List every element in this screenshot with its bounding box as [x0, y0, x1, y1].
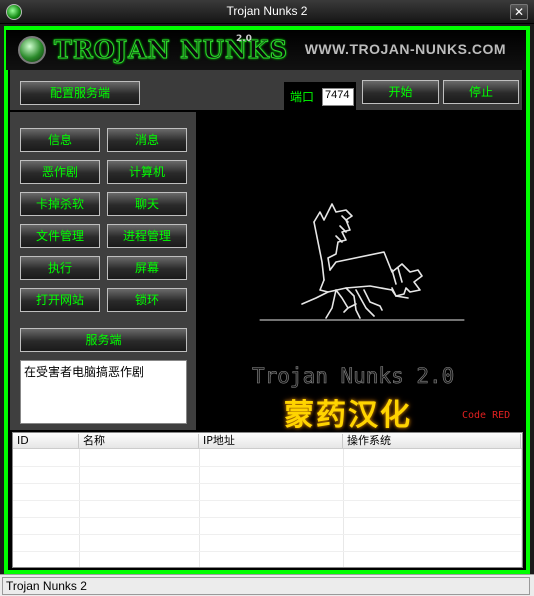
grid-divider — [13, 534, 522, 535]
grid-divider — [13, 500, 522, 501]
port-group: 端口 7474 — [284, 82, 356, 110]
logo-text: TROJAN NUNKS — [54, 35, 288, 65]
grid-divider — [13, 483, 522, 484]
prank-button[interactable]: 恶作剧 — [20, 160, 100, 184]
art-credit: Code RED — [462, 410, 511, 421]
grid-divider — [13, 551, 522, 552]
kill-antivirus-button[interactable]: 卡掉杀软 — [20, 192, 100, 216]
grid-divider — [13, 466, 522, 467]
window-title: Trojan Nunks 2 — [226, 4, 308, 18]
start-button[interactable]: 开始 — [362, 80, 439, 104]
header: TROJAN NUNKS 2.0 WWW.TROJAN-NUNKS.COM — [6, 30, 526, 70]
stop-button[interactable]: 停止 — [443, 80, 519, 104]
connections-table[interactable]: ID 名称 IP地址 操作系统 — [12, 432, 523, 568]
grid-divider — [13, 517, 522, 518]
site-url[interactable]: WWW.TROJAN-NUNKS.COM — [305, 41, 506, 57]
chat-button[interactable]: 聊天 — [107, 192, 187, 216]
title-bar: Trojan Nunks 2 ✕ — [0, 0, 534, 24]
process-manager-button[interactable]: 进程管理 — [107, 224, 187, 248]
art-chinese-title: 蒙药汉化 — [284, 398, 412, 433]
description-textbox[interactable]: 在受害者电脑搞恶作剧 — [20, 360, 187, 424]
execute-button[interactable]: 执行 — [20, 256, 100, 280]
port-input[interactable]: 7474 — [322, 88, 354, 106]
status-bar: Trojan Nunks 2 — [0, 574, 534, 596]
column-header-name[interactable]: 名称 — [79, 434, 199, 448]
column-header-ip[interactable]: IP地址 — [199, 434, 343, 448]
art-title: Trojan Nunks 2.0 — [252, 364, 455, 389]
column-header-os[interactable]: 操作系统 — [343, 434, 521, 448]
computer-button[interactable]: 计算机 — [107, 160, 187, 184]
file-manager-button[interactable]: 文件管理 — [20, 224, 100, 248]
info-button[interactable]: 信息 — [20, 128, 100, 152]
open-website-button[interactable]: 打开网站 — [20, 288, 100, 312]
column-header-id[interactable]: ID — [13, 434, 79, 448]
message-button[interactable]: 消息 — [107, 128, 187, 152]
close-button[interactable]: ✕ — [510, 4, 528, 20]
port-label: 端口 — [290, 90, 315, 104]
config-server-button[interactable]: 配置服务端 — [20, 81, 140, 105]
table-header: ID 名称 IP地址 操作系统 — [13, 433, 522, 449]
lock-button[interactable]: 锁环 — [107, 288, 187, 312]
status-text: Trojan Nunks 2 — [2, 577, 530, 595]
logo-version: 2.0 — [236, 34, 252, 44]
logo-icon — [18, 36, 46, 64]
server-button[interactable]: 服务端 — [20, 328, 187, 352]
screen-button[interactable]: 屏幕 — [107, 256, 187, 280]
